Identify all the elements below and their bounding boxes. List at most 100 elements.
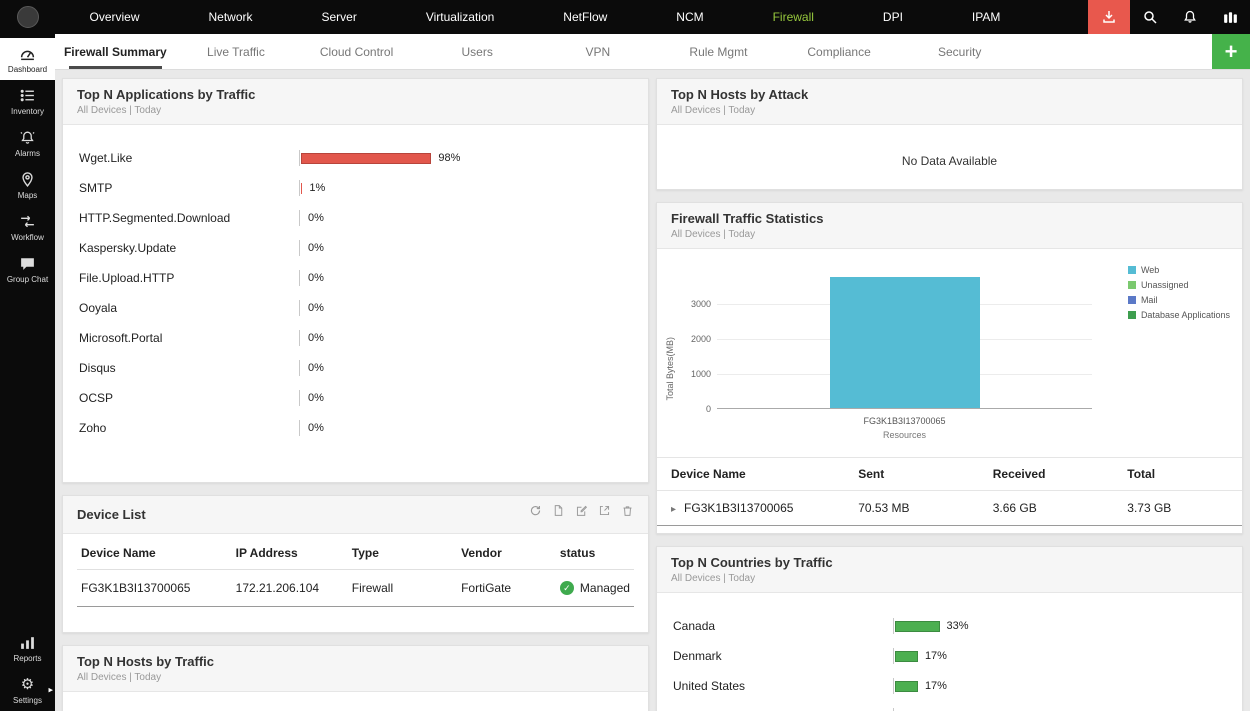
topnav-network[interactable]: Network xyxy=(208,10,252,24)
chat-bubble-icon xyxy=(21,258,34,270)
topnav-server[interactable]: Server xyxy=(321,10,356,24)
widgets-button[interactable] xyxy=(1210,0,1250,34)
row-expander-icon[interactable]: ▸ xyxy=(671,504,676,515)
app-name: Kaspersky.Update xyxy=(79,241,177,255)
card-top-hosts-by-traffic: Top N Hosts by Traffic All Devices | Tod… xyxy=(62,645,649,711)
download-icon xyxy=(1103,11,1115,23)
topnav-virtualization[interactable]: Virtualization xyxy=(426,10,494,24)
reports-chart-icon xyxy=(21,637,34,649)
top-nav-bar: Overview Network Server Virtualization N… xyxy=(0,0,1250,34)
plot-area: 3000 2000 1000 0 xyxy=(691,269,1092,414)
add-widget-button[interactable]: + xyxy=(1212,34,1250,69)
tab-compliance[interactable]: Compliance xyxy=(779,34,900,69)
topnav-firewall[interactable]: Firewall xyxy=(773,10,814,24)
legend-item: Unassigned xyxy=(1127,280,1230,290)
app-name: Ooyala xyxy=(79,301,118,315)
card-header: Firewall Traffic Statistics All Devices … xyxy=(657,203,1242,249)
received-cell: 3.66 GB xyxy=(978,490,1114,526)
sidebar-item-workflow[interactable]: Workflow xyxy=(0,206,55,248)
search-button[interactable] xyxy=(1130,0,1170,34)
workflow-icon xyxy=(21,215,34,228)
tab-users[interactable]: Users xyxy=(417,34,538,69)
card-top-apps-by-traffic: Top N Applications by Traffic All Device… xyxy=(62,78,649,483)
notifications-button[interactable] xyxy=(1170,0,1210,34)
app-name: Microsoft.Portal xyxy=(79,331,163,345)
topnav-netflow[interactable]: NetFlow xyxy=(563,10,607,24)
sidebar-label: Group Chat xyxy=(6,275,49,284)
tab-security[interactable]: Security xyxy=(899,34,1020,69)
sidebar-item-dashboard[interactable]: Dashboard xyxy=(0,38,55,80)
topnav-overview[interactable]: Overview xyxy=(89,10,139,24)
vendor-cell: FortiGate xyxy=(457,569,556,607)
bar-track: 0% xyxy=(299,300,632,316)
device-name-cell[interactable]: ▸ FG3K1B3I13700065 xyxy=(657,490,845,526)
traffic-bar xyxy=(301,152,432,164)
sidebar-item-maps[interactable]: Maps xyxy=(0,164,55,206)
tab-cloud-control[interactable]: Cloud Control xyxy=(296,34,417,69)
bar-row: Denmark 17% xyxy=(673,641,1226,671)
sidebar-label: Maps xyxy=(17,191,38,200)
card-header: Top N Hosts by Traffic All Devices | Tod… xyxy=(63,646,648,692)
topnav-ncm[interactable]: NCM xyxy=(676,10,703,24)
card-subtitle: All Devices | Today xyxy=(671,573,756,584)
expand-arrow-icon[interactable]: ▸ xyxy=(48,685,53,696)
bar-row: United States 17% xyxy=(673,671,1226,701)
inventory-list-icon xyxy=(20,89,34,102)
country-name: Canada xyxy=(673,619,716,633)
avatar-icon xyxy=(16,6,39,28)
topnav-ipam[interactable]: IPAM xyxy=(972,10,1000,24)
y-tick: 1000 xyxy=(690,369,711,379)
bar-row: Wget.Like 98% xyxy=(79,143,632,173)
traffic-bar-chart: Total Bytes(MB) 3000 2000 1000 0 FG3K1B3… xyxy=(657,249,1242,447)
bar-percent: 33% xyxy=(946,620,969,632)
sidebar-item-group-chat[interactable]: Group Chat xyxy=(0,248,55,290)
tab-live-traffic[interactable]: Live Traffic xyxy=(176,34,297,69)
managed-check-icon: ✓ xyxy=(559,581,574,595)
sidebar-item-alarms[interactable]: Alarms xyxy=(0,122,55,164)
web-traffic-bar[interactable] xyxy=(829,277,980,408)
sidebar-item-reports[interactable]: Reports xyxy=(0,627,55,669)
no-data-message: No Data Available xyxy=(901,154,998,168)
stats-row[interactable]: ▸ FG3K1B3I13700065 70.53 MB 3.66 GB 3.73 … xyxy=(657,490,1242,526)
sidebar-item-inventory[interactable]: Inventory xyxy=(0,80,55,122)
traffic-stats-table: Device Name Sent Received Total ▸ FG3K1B3… xyxy=(657,456,1242,526)
sidebar-item-settings[interactable]: ⚙ Settings ▸ xyxy=(0,669,55,711)
table-header-row: Device Name Sent Received Total xyxy=(657,456,1242,491)
card-title: Device List xyxy=(77,507,146,522)
col-type: Type xyxy=(347,536,458,570)
bar-row: Kaspersky.Update 0% xyxy=(79,233,632,263)
bar-row: Zoho 0% xyxy=(79,413,632,443)
device-row[interactable]: FG3K1B3I13700065 172.21.206.104 Firewall… xyxy=(77,569,634,607)
tab-vpn[interactable]: VPN xyxy=(538,34,659,69)
bar-percent: 17% xyxy=(924,680,947,692)
tab-firewall-summary[interactable]: Firewall Summary xyxy=(55,34,176,69)
topnav-dpi[interactable]: DPI xyxy=(883,10,903,24)
card-title: Firewall Traffic Statistics xyxy=(671,211,824,226)
right-column: Top N Hosts by Attack All Devices | Toda… xyxy=(656,78,1243,711)
app-name: Zoho xyxy=(79,421,107,435)
device-name-cell[interactable]: FG3K1B3I13700065 xyxy=(77,569,232,607)
sidebar-label: Reports xyxy=(13,654,42,663)
type-cell: Firewall xyxy=(347,569,458,607)
tab-rule-mgmt[interactable]: Rule Mgmt xyxy=(658,34,779,69)
sidebar: Dashboard Inventory Alarms Maps Workflow… xyxy=(0,34,55,711)
bar-percent: 0% xyxy=(308,332,324,344)
document-icon[interactable] xyxy=(552,504,565,517)
download-button[interactable] xyxy=(1088,0,1130,34)
refresh-icon[interactable] xyxy=(529,504,542,517)
user-avatar[interactable] xyxy=(0,0,55,34)
x-category-label: FG3K1B3I13700065 xyxy=(863,416,946,426)
delete-icon[interactable] xyxy=(621,504,634,517)
legend-swatch-mail xyxy=(1127,296,1136,304)
edit-icon[interactable] xyxy=(575,504,588,517)
card-subtitle: All Devices | Today xyxy=(671,229,756,240)
legend-swatch-web xyxy=(1127,266,1136,274)
app-traffic-bars: Wget.Like 98% SMTP 1% HTTP.Segmented.Dow… xyxy=(63,125,648,451)
dashboard-content: Top N Applications by Traffic All Device… xyxy=(55,70,1250,711)
y-axis-label: Total Bytes(MB) xyxy=(665,337,675,401)
card-header: Top N Countries by Traffic All Devices |… xyxy=(657,547,1242,593)
bar-percent: 0% xyxy=(308,302,324,314)
bar-track: 0% xyxy=(299,210,632,226)
export-icon[interactable] xyxy=(598,504,611,517)
traffic-bar xyxy=(895,680,918,692)
